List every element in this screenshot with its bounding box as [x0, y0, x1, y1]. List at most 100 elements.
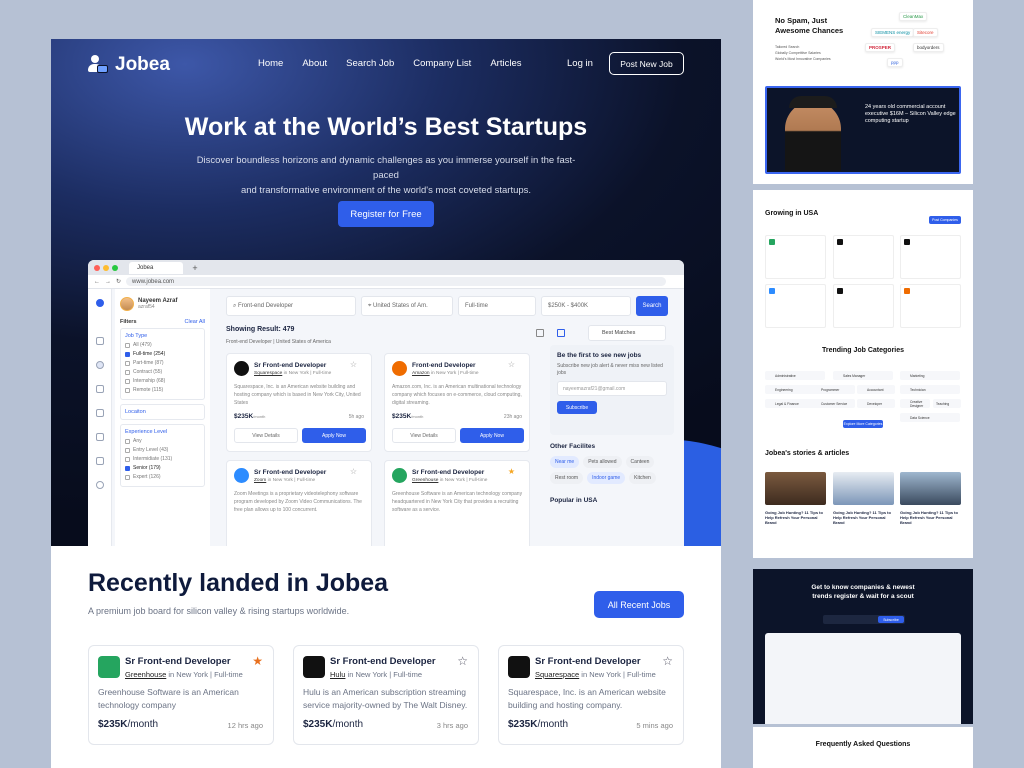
post-companies-button[interactable]: Post Companies [929, 216, 961, 224]
category-chip[interactable]: Customer Service [811, 399, 855, 408]
mini-job-card[interactable] [765, 284, 826, 328]
job-card[interactable]: Sr Front-end Developer Zoom in New York … [226, 460, 372, 546]
category-chip[interactable]: Developer [857, 399, 895, 408]
clear-all-link[interactable]: Clear All [185, 319, 205, 325]
facility-chip[interactable]: Indoor game [587, 472, 626, 484]
company-link[interactable]: Greenhouse [412, 478, 438, 483]
logo[interactable]: Jobea [88, 54, 170, 76]
search-button[interactable]: Search [636, 296, 668, 316]
company-link[interactable]: Greenhouse [125, 670, 166, 679]
all-recent-jobs-button[interactable]: All Recent Jobs [594, 591, 684, 618]
facility-chip[interactable]: Near me [550, 456, 580, 468]
star-icon[interactable]: ★ [252, 654, 263, 668]
checkbox-contract[interactable]: Contract (55) [125, 369, 200, 375]
star-icon[interactable]: ☆ [662, 654, 673, 668]
story-card[interactable]: Going Job Hunting? 11 Tips to Help Refre… [900, 472, 961, 525]
category-chip[interactable]: Technician [900, 385, 960, 394]
mini-job-card[interactable] [900, 284, 961, 328]
checkbox-all[interactable]: All (479) [125, 342, 200, 348]
mini-job-card[interactable] [833, 235, 894, 279]
location-input[interactable]: ⌖ United States of Am. [361, 296, 453, 316]
story-card[interactable]: Going Job Hunting? 11 Tips to Help Refre… [833, 472, 894, 525]
main-nav: Home About Search Job Company List Artic… [258, 58, 521, 69]
experience-group: Experience Level Any Entry Level (43) In… [120, 424, 205, 487]
nav-home[interactable]: Home [258, 58, 283, 69]
facility-chip[interactable]: Pets allowed [583, 456, 622, 468]
type-value: Full-time [465, 303, 489, 309]
company-link[interactable]: Amazon [412, 371, 430, 376]
checkbox-remote[interactable]: Remote (115) [125, 387, 200, 393]
category-chip[interactable]: Creative Designer [900, 399, 930, 408]
checkbox-label: Remote (115) [133, 387, 164, 393]
mini-job-card[interactable] [900, 235, 961, 279]
category-chip[interactable]: Accountant [857, 385, 895, 394]
company-link[interactable]: Squarespace [254, 371, 282, 376]
checkbox-part-time[interactable]: Part-time (87) [125, 360, 200, 366]
star-icon[interactable]: ☆ [350, 360, 357, 369]
category-chip[interactable]: Data Science [900, 413, 960, 422]
nav-company-list[interactable]: Company List [413, 58, 471, 69]
salary-select[interactable]: $250K - $400K [541, 296, 631, 316]
checkbox-intermediate[interactable]: Intermidiate (131) [125, 456, 200, 462]
star-icon[interactable]: ☆ [350, 467, 357, 476]
job-card[interactable]: Sr Front-end Developer Greenhouse in New… [384, 460, 530, 546]
recent-job-card[interactable]: Sr Front-end Developer Hulu in New York … [293, 645, 479, 745]
register-button[interactable]: Register for Free [338, 201, 434, 227]
checkbox-full-time[interactable]: Full-time (254) [125, 351, 200, 357]
star-icon[interactable]: ★ [508, 467, 515, 476]
location-group[interactable]: Locaiton [120, 404, 205, 420]
category-chip[interactable]: Administrative [765, 371, 825, 380]
apply-now-button[interactable]: Apply Now [460, 428, 524, 443]
nav-search-job[interactable]: Search Job [346, 58, 394, 69]
grid-view-icon[interactable] [557, 329, 565, 337]
list-view-icon[interactable] [536, 329, 544, 337]
job-card[interactable]: Sr Front-end Developer Squarespace in Ne… [226, 353, 372, 452]
spam-title-line-1: No Spam, Just [775, 16, 828, 25]
nav-articles[interactable]: Articles [490, 58, 521, 69]
category-chip[interactable]: Sales Manager [833, 371, 893, 380]
mini-job-card[interactable] [765, 235, 826, 279]
view-details-button[interactable]: View Details [392, 428, 456, 443]
company-link[interactable]: Squarespace [535, 670, 579, 679]
recent-job-card[interactable]: Sr Front-end Developer Greenhouse in New… [88, 645, 274, 745]
post-new-job-button[interactable]: Post New Job [609, 52, 684, 75]
subscribe-button[interactable]: Subscribe [557, 401, 597, 414]
facility-chip[interactable]: Canteen [625, 456, 655, 468]
cta-subscribe-button[interactable]: Subscribe [878, 616, 904, 623]
story-card[interactable]: Going Job Hunting? 11 Tips to Help Refre… [765, 472, 826, 525]
job-salary: $235K/month [234, 413, 265, 420]
keyword-input[interactable]: ⌕ Front-end Developer [226, 296, 356, 316]
mini-job-card[interactable] [833, 284, 894, 328]
category-chip[interactable]: Teaching [933, 399, 961, 408]
explore-categories-button[interactable]: Explore More Categories [843, 420, 883, 428]
star-icon[interactable]: ☆ [508, 360, 515, 369]
facility-chip[interactable]: Kitchen [629, 472, 656, 484]
checkbox-senior[interactable]: Senior (179) [125, 465, 200, 471]
company-link[interactable]: Zoom [254, 478, 266, 483]
job-company: Amazon in New York | Full-time [412, 371, 479, 376]
category-chip[interactable]: Programmer [811, 385, 855, 394]
experience-header[interactable]: Experience Level [125, 429, 200, 435]
job-card[interactable]: Front-end Developer Amazon in New York |… [384, 353, 530, 452]
alert-email-input[interactable]: nayeemazraf21@gmail.com [557, 381, 667, 396]
hero-subtitle-line-2: and transformative environment of the wo… [240, 185, 532, 196]
search-icon [96, 361, 104, 369]
category-chip[interactable]: Marketing [900, 371, 960, 380]
sort-select[interactable]: Best Matches [588, 325, 666, 341]
apply-now-button[interactable]: Apply Now [302, 428, 366, 443]
nav-about[interactable]: About [302, 58, 327, 69]
login-link[interactable]: Log in [567, 58, 593, 69]
facility-chip[interactable]: Rest room [550, 472, 584, 484]
checkbox-label: Intermidiate (131) [133, 456, 173, 462]
checkbox-any[interactable]: Any [125, 438, 200, 444]
greenhouse-logo [392, 468, 407, 483]
type-select[interactable]: Full-time [458, 296, 536, 316]
star-icon[interactable]: ☆ [457, 654, 468, 668]
company-link[interactable]: Hulu [330, 670, 345, 679]
checkbox-entry[interactable]: Entry Level (43) [125, 447, 200, 453]
job-type-header[interactable]: Job Type [125, 333, 200, 339]
recent-job-card[interactable]: Sr Front-end Developer Squarespace in Ne… [498, 645, 684, 745]
checkbox-expert[interactable]: Expert (126) [125, 474, 200, 480]
checkbox-internship[interactable]: Internship (68) [125, 378, 200, 384]
view-details-button[interactable]: View Details [234, 428, 298, 443]
